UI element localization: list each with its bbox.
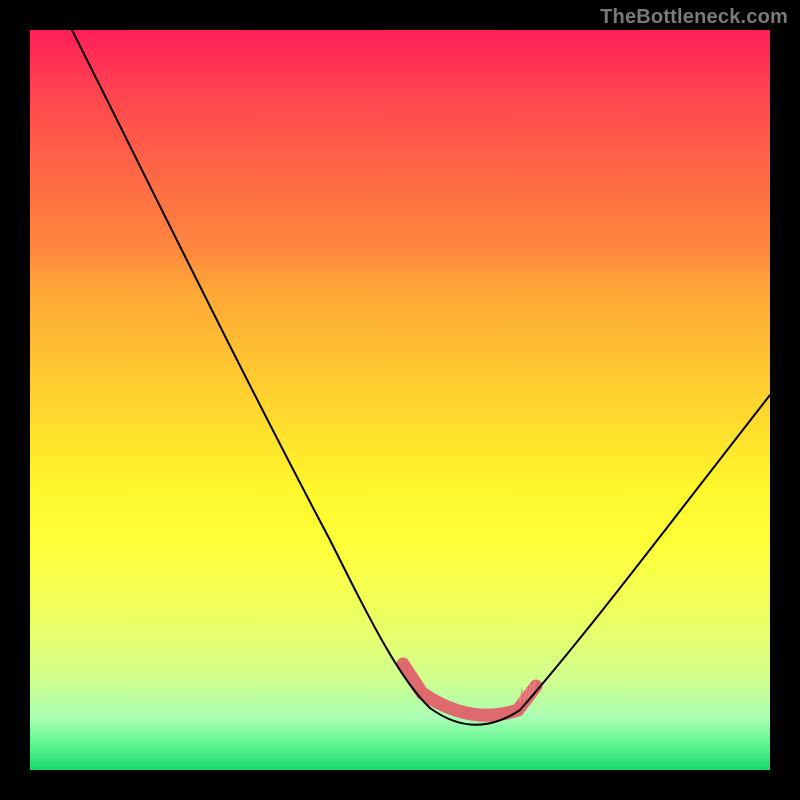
- gradient-backdrop: [30, 30, 770, 770]
- attribution-text: TheBottleneck.com: [600, 6, 788, 29]
- chart-frame: TheBottleneck.com: [0, 0, 800, 800]
